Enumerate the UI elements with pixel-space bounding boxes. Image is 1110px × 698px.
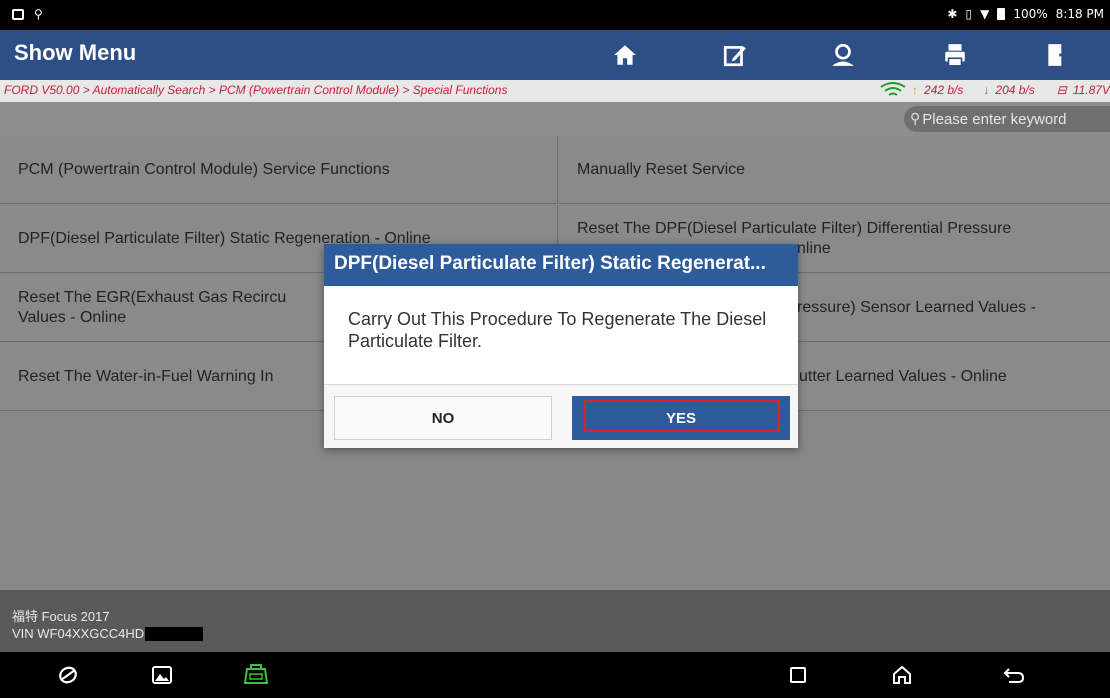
vin-row: VIN WF04XXGCC4HD xyxy=(12,626,204,641)
home-outline-icon xyxy=(893,665,911,684)
search-box[interactable]: ⚲ xyxy=(904,106,1110,132)
vin-number: VIN WF04XXGCC4HD xyxy=(12,626,145,641)
search-input[interactable] xyxy=(922,110,1103,128)
image-icon xyxy=(152,666,172,684)
breadcrumb: FORD V50.00 > Automatically Search > PCM… xyxy=(4,83,508,97)
print-button[interactable] xyxy=(920,30,990,80)
function-item[interactable]: Manually Reset Service xyxy=(559,136,1110,204)
browser-icon xyxy=(59,666,77,684)
edit-icon xyxy=(723,46,746,67)
back-arrow-icon xyxy=(1003,668,1025,683)
vehicle-model: 福特 Focus 2017 xyxy=(12,609,110,624)
navigation-bar xyxy=(0,652,1110,698)
vci-icon xyxy=(243,664,269,684)
battery-voltage-icon: ⊟ xyxy=(1056,83,1067,97)
browser-nav-button[interactable] xyxy=(54,661,82,689)
app-header: Show Menu xyxy=(0,30,1110,80)
no-button[interactable]: NO xyxy=(334,396,552,440)
person-icon xyxy=(832,43,854,66)
wifi-icon: ▼ xyxy=(980,7,990,21)
download-arrow-icon: ↓ xyxy=(983,83,990,97)
user-button[interactable] xyxy=(808,30,878,80)
report-button[interactable] xyxy=(700,30,770,80)
upload-rate: 242 b/s xyxy=(924,83,964,97)
dialog-message: Carry Out This Procedure To Regenerate T… xyxy=(348,309,767,351)
home-nav-button[interactable] xyxy=(888,661,916,689)
function-item[interactable]: PCM (Powertrain Control Module) Service … xyxy=(0,136,558,204)
breadcrumb-bar: FORD V50.00 > Automatically Search > PCM… xyxy=(0,80,1110,102)
wifi-signal-icon xyxy=(880,82,906,96)
home-icon xyxy=(614,45,636,65)
back-nav-button[interactable] xyxy=(1000,661,1028,689)
exit-icon xyxy=(1048,44,1070,66)
gallery-notification-icon xyxy=(12,8,24,20)
dialog-title: DPF(Diesel Particulate Filter) Static Re… xyxy=(324,244,798,286)
page-title: Show Menu xyxy=(14,40,137,65)
vin-redaction xyxy=(145,626,204,641)
status-bar: ⚲ ✱ ▯ ▼ 100% 8:18 PM xyxy=(0,0,1110,30)
printer-icon xyxy=(945,44,965,67)
gallery-nav-button[interactable] xyxy=(148,661,176,689)
vci-nav-button[interactable] xyxy=(242,661,270,689)
voltage: 11.87V xyxy=(1072,83,1110,97)
recent-apps-button[interactable] xyxy=(784,661,812,689)
yes-button[interactable]: YES xyxy=(572,396,790,440)
clock: 8:18 PM xyxy=(1055,7,1104,21)
exit-button[interactable] xyxy=(1022,30,1092,80)
dialog-button-bar: NO YES xyxy=(324,384,798,448)
upload-arrow-icon: ↑ xyxy=(912,83,919,97)
search-row: ⚲ xyxy=(0,102,1110,136)
battery-icon xyxy=(997,8,1006,20)
home-button[interactable] xyxy=(590,30,660,80)
bluetooth-icon: ✱ xyxy=(947,7,958,21)
square-icon xyxy=(790,667,806,683)
download-rate: 204 b/s xyxy=(995,83,1035,97)
regeneration-dialog: DPF(Diesel Particulate Filter) Static Re… xyxy=(324,244,798,448)
vehicle-info: 福特 Focus 2017 VIN WF04XXGCC4HD xyxy=(0,590,1110,652)
search-icon: ⚲ xyxy=(910,111,921,127)
connection-stats: ↑ 242 b/s ↓ 204 b/s ⊟ 11.87V xyxy=(880,82,1110,98)
vibrate-icon: ▯ xyxy=(965,7,973,21)
battery-level: 100% xyxy=(1013,7,1048,21)
usb-notification-icon: ⚲ xyxy=(34,7,43,21)
